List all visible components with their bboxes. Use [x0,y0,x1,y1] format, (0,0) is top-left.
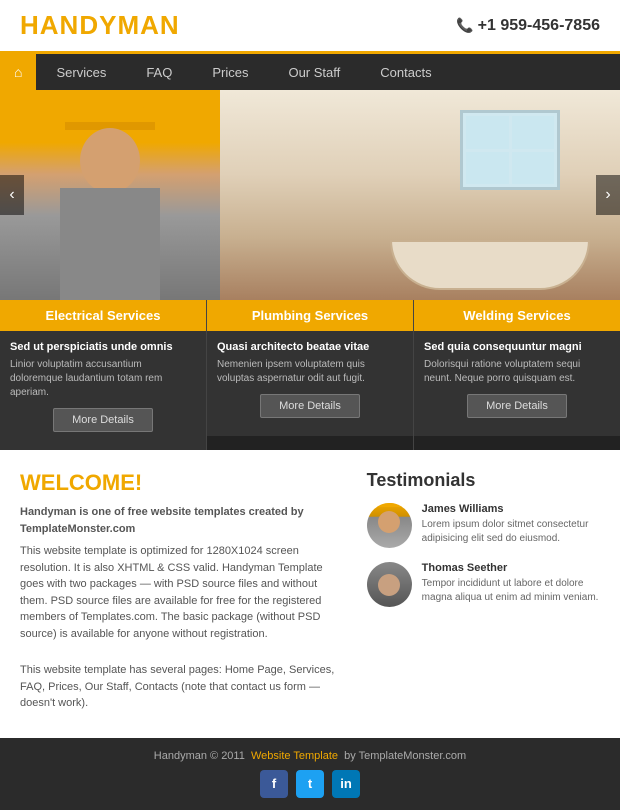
service-plumbing-button[interactable]: More Details [260,394,360,418]
testimonial-item-1: James Williams Lorem ipsum dolor sitmet … [367,503,600,548]
logo-yellow: MAN [117,10,179,40]
testimonial-quote-1: Lorem ipsum dolor sitmet consectetur adi… [422,518,600,546]
testimonial-text-1: James Williams Lorem ipsum dolor sitmet … [422,503,600,548]
testimonials-section: Testimonials James Williams Lorem ipsum … [367,470,600,718]
service-plumbing-title: Plumbing Services [207,300,413,331]
testimonial-quote-2: Tempor incididunt ut labore et dolore ma… [422,577,600,605]
service-welding-text: Dolorisqui ratione voluptatem sequi neun… [424,358,610,386]
window-pane [512,152,555,185]
window-pane [512,116,555,149]
welcome-intro: Handyman is one of free website template… [20,504,347,537]
header: HANDYMAN +1 959-456-7856 [0,0,620,54]
social-icons: f t in [20,770,600,798]
nav-home-button[interactable]: ⌂ [0,54,36,90]
testimonials-heading: Testimonials [367,470,600,491]
hero-window-decoration [460,110,560,190]
service-plumbing-body: Quasi architecto beatae vitae Nemenien i… [207,331,413,436]
service-welding-button[interactable]: More Details [467,394,567,418]
service-card-welding: Welding Services Sed quia consequuntur m… [414,300,620,450]
welcome-p2: This website template has several pages:… [20,662,347,712]
service-plumbing-subtitle: Quasi architecto beatae vitae [217,341,403,353]
welcome-heading: WELCOME! [20,470,347,496]
service-welding-body: Sed quia consequuntur magni Dolorisqui r… [414,331,620,436]
service-card-electrical: Electrical Services Sed ut perspiciatis … [0,300,207,450]
service-welding-subtitle: Sed quia consequuntur magni [424,341,610,353]
phone-number: +1 959-456-7856 [456,17,600,35]
service-electrical-text: Linior voluptatim accusantium doloremque… [10,358,196,400]
nav-item-faq[interactable]: FAQ [126,55,192,90]
welcome-section: WELCOME! Handyman is one of free website… [20,470,347,718]
window-pane [466,152,509,185]
service-electrical-subtitle: Sed ut perspiciatis unde omnis [10,341,196,353]
logo: HANDYMAN [20,10,180,41]
logo-black: HANDY [20,10,117,40]
window-pane [466,116,509,149]
avatar-hat [374,503,404,507]
testimonial-avatar-1 [367,503,412,548]
slider-prev-button[interactable]: ‹ [0,175,24,215]
testimonial-avatar-2 [367,562,412,607]
main-content: WELCOME! Handyman is one of free website… [0,450,620,738]
worker-body [60,188,160,300]
service-electrical-body: Sed ut perspiciatis unde omnis Linior vo… [0,331,206,450]
service-welding-title: Welding Services [414,300,620,331]
testimonial-item-2: Thomas Seether Tempor incididunt ut labo… [367,562,600,607]
testimonial-text-2: Thomas Seether Tempor incididunt ut labo… [422,562,600,607]
service-plumbing-text: Nemenien ipsem voluptatem quis voluptas … [217,358,403,386]
footer-by-text: by TemplateMonster.com [344,750,466,762]
footer-template-link[interactable]: Website Template [251,750,338,762]
avatar-head-2 [378,574,400,596]
testimonial-name-1: James Williams [422,503,600,515]
twitter-icon[interactable]: t [296,770,324,798]
nav-item-prices[interactable]: Prices [192,55,268,90]
welcome-p1: This website template is optimized for 1… [20,543,347,642]
hero-bathtub-decoration [390,240,590,290]
nav-item-services[interactable]: Services [36,55,126,90]
footer: Handyman © 2011 Website Template by Temp… [0,738,620,810]
services-section: Electrical Services Sed ut perspiciatis … [0,300,620,450]
footer-copyright-text: Handyman © 2011 [154,750,245,762]
facebook-icon[interactable]: f [260,770,288,798]
slider-next-button[interactable]: › [596,175,620,215]
nav-item-staff[interactable]: Our Staff [268,55,360,90]
avatar-head [378,511,400,533]
service-card-plumbing: Plumbing Services Quasi architecto beata… [207,300,414,450]
footer-copyright: Handyman © 2011 Website Template by Temp… [20,750,600,762]
hero-worker-image [0,90,220,300]
hero-slider: ‹ › [0,90,620,300]
service-electrical-title: Electrical Services [0,300,206,331]
navigation: ⌂ Services FAQ Prices Our Staff Contacts [0,54,620,90]
service-electrical-button[interactable]: More Details [53,408,153,432]
testimonial-name-2: Thomas Seether [422,562,600,574]
nav-item-contacts[interactable]: Contacts [360,55,451,90]
linkedin-icon[interactable]: in [332,770,360,798]
worker-face [80,128,140,193]
